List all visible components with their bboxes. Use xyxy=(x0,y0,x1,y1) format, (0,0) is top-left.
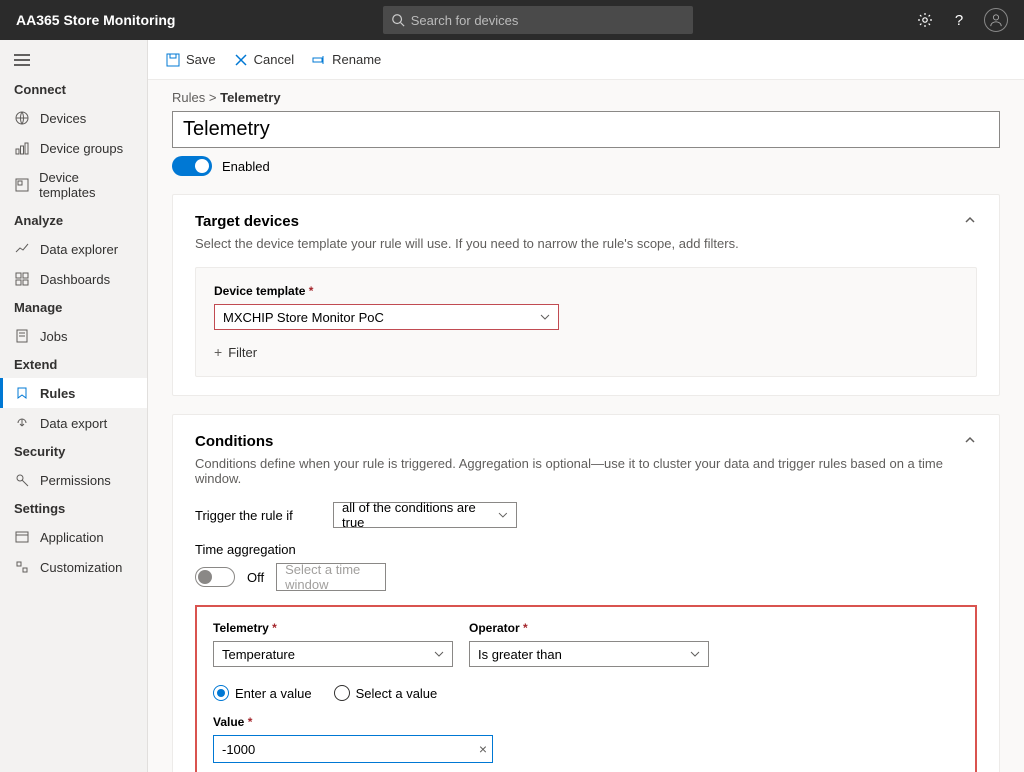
sidebar-item-dashboards[interactable]: Dashboards xyxy=(0,264,147,294)
device-template-select[interactable]: MXCHIP Store Monitor PoC xyxy=(214,304,559,330)
search-input[interactable] xyxy=(411,13,685,28)
rename-icon xyxy=(312,53,326,67)
target-devices-card: Target devices Select the device templat… xyxy=(172,194,1000,396)
chevron-up-icon[interactable] xyxy=(963,433,977,456)
sidebar-item-customization[interactable]: Customization xyxy=(0,552,147,582)
chevron-down-icon xyxy=(498,510,508,520)
rules-icon xyxy=(14,385,30,401)
card-title: Conditions xyxy=(195,433,273,450)
main-panel: Save Cancel Rename Rules > Telemetry Ena… xyxy=(148,40,1024,772)
value-input[interactable] xyxy=(213,735,493,763)
sidebar-group: Manage xyxy=(0,294,147,321)
sidebar-group: Analyze xyxy=(0,207,147,234)
telemetry-select[interactable]: Temperature xyxy=(213,641,453,667)
conditions-card: Conditions Conditions define when your r… xyxy=(172,414,1000,772)
avatar-icon[interactable] xyxy=(984,8,1008,32)
gear-icon[interactable] xyxy=(916,11,934,29)
app-title: AA365 Store Monitoring xyxy=(16,12,175,28)
key-icon xyxy=(14,472,30,488)
chevron-down-icon xyxy=(434,649,444,659)
radio-enter-value[interactable]: Enter a value xyxy=(213,685,312,701)
device-template-label: Device template * xyxy=(214,284,958,298)
aggregation-state: Off xyxy=(247,570,264,585)
rule-name-input[interactable] xyxy=(172,111,1000,148)
groups-icon xyxy=(14,140,30,156)
export-icon xyxy=(14,415,30,431)
clear-icon[interactable]: × xyxy=(479,741,487,757)
trigger-select[interactable]: all of the conditions are true xyxy=(333,502,517,528)
aggregation-label: Time aggregation xyxy=(195,542,977,557)
chevron-down-icon xyxy=(690,649,700,659)
plus-icon: + xyxy=(214,344,222,360)
templates-icon xyxy=(14,177,29,193)
condition-editor: Telemetry * Temperature Operator * Is gr… xyxy=(195,605,977,772)
dashboard-icon xyxy=(14,271,30,287)
radio-select-value[interactable]: Select a value xyxy=(334,685,438,701)
sidebar: Connect Devices Device groups Device tem… xyxy=(0,40,148,772)
telemetry-label: Telemetry * xyxy=(213,621,453,635)
globe-icon xyxy=(14,110,30,126)
sidebar-item-device-groups[interactable]: Device groups xyxy=(0,133,147,163)
sidebar-item-devices[interactable]: Devices xyxy=(0,103,147,133)
sidebar-item-data-export[interactable]: Data export xyxy=(0,408,147,438)
enabled-label: Enabled xyxy=(222,159,270,174)
sidebar-group: Connect xyxy=(0,76,147,103)
sidebar-item-jobs[interactable]: Jobs xyxy=(0,321,147,351)
breadcrumb: Rules > Telemetry xyxy=(172,90,1000,105)
chevron-up-icon[interactable] xyxy=(963,213,977,236)
search-icon xyxy=(391,13,405,27)
topbar: AA365 Store Monitoring ? xyxy=(0,0,1024,40)
sidebar-item-application[interactable]: Application xyxy=(0,522,147,552)
breadcrumb-current: Telemetry xyxy=(220,90,280,105)
operator-label: Operator * xyxy=(469,621,709,635)
sidebar-group: Settings xyxy=(0,495,147,522)
help-icon[interactable]: ? xyxy=(950,11,968,29)
search-box[interactable] xyxy=(383,6,693,34)
value-label: Value * xyxy=(213,715,959,729)
sidebar-item-data-explorer[interactable]: Data explorer xyxy=(0,234,147,264)
cancel-button[interactable]: Cancel xyxy=(234,52,294,67)
sidebar-item-permissions[interactable]: Permissions xyxy=(0,465,147,495)
operator-select[interactable]: Is greater than xyxy=(469,641,709,667)
trigger-label: Trigger the rule if xyxy=(195,508,315,523)
sidebar-group: Security xyxy=(0,438,147,465)
aggregation-toggle[interactable] xyxy=(195,567,235,587)
add-filter-button[interactable]: +Filter xyxy=(214,344,958,360)
card-title: Target devices xyxy=(195,213,299,230)
sidebar-item-device-templates[interactable]: Device templates xyxy=(0,163,147,207)
sidebar-item-rules[interactable]: Rules xyxy=(0,378,147,408)
command-bar: Save Cancel Rename xyxy=(148,40,1024,80)
chevron-down-icon xyxy=(540,312,550,322)
enabled-toggle[interactable] xyxy=(172,156,212,176)
hamburger-icon[interactable] xyxy=(0,48,147,76)
card-description: Select the device template your rule wil… xyxy=(195,236,977,251)
app-icon xyxy=(14,529,30,545)
save-icon xyxy=(166,53,180,67)
rename-button[interactable]: Rename xyxy=(312,52,381,67)
breadcrumb-root[interactable]: Rules xyxy=(172,90,205,105)
save-button[interactable]: Save xyxy=(166,52,216,67)
time-window-select[interactable]: Select a time window xyxy=(276,563,386,591)
card-description: Conditions define when your rule is trig… xyxy=(195,456,977,486)
close-icon xyxy=(234,53,248,67)
chart-icon xyxy=(14,241,30,257)
customize-icon xyxy=(14,559,30,575)
sidebar-group: Extend xyxy=(0,351,147,378)
jobs-icon xyxy=(14,328,30,344)
